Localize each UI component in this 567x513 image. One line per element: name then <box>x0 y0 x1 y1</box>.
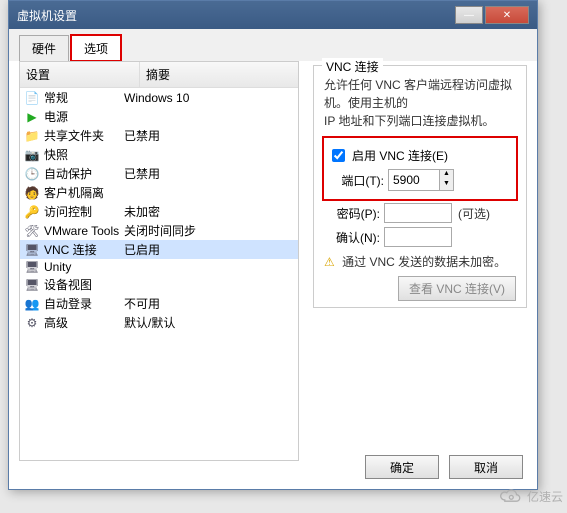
row-icon: 🖥 <box>24 243 40 257</box>
row-name: 客户机隔离 <box>44 184 104 201</box>
password-hint: (可选) <box>458 205 490 222</box>
view-connections-button: 查看 VNC 连接(V) <box>398 276 516 301</box>
list-item[interactable]: 🖥 VNC 连接 已启用 <box>20 240 298 259</box>
list-item[interactable]: 🖥 Unity <box>20 259 298 275</box>
list-rows: 📄常规Windows 10▶电源📁共享文件夹已禁用📷快照🕒自动保护已禁用🧑客户机… <box>20 88 298 332</box>
ok-button[interactable]: 确定 <box>365 455 439 479</box>
row-summary: 已禁用 <box>124 127 160 144</box>
list-item[interactable]: 📁 共享文件夹 已禁用 <box>20 126 298 145</box>
row-icon: 📄 <box>24 91 40 105</box>
port-spinner: ▲ ▼ <box>388 169 454 191</box>
settings-window: 虚拟机设置 — ✕ 硬件 选项 设置 摘要 📄 常规 Windows 10 ▶ 电源 📁 共… <box>8 0 538 490</box>
row-name: 自动登录 <box>44 295 92 312</box>
watermark: 亿速云 <box>497 487 563 505</box>
list-item[interactable]: 🧑 客户机隔离 <box>20 183 298 202</box>
content-area: 设置 摘要 📄常规Windows 10▶电源📁共享文件夹已禁用📷快照🕒自动保护已… <box>9 61 537 471</box>
confirm-label: 确认(N): <box>324 229 380 246</box>
row-icon: 📷 <box>24 148 40 162</box>
vnc-group: VNC 连接 允许任何 VNC 客户端远程访问虚拟机。使用主机的 IP 地址和下… <box>313 65 527 308</box>
titlebar: 虚拟机设置 — ✕ <box>9 1 537 29</box>
warning-row: ⚠ 通过 VNC 发送的数据未加密。 <box>324 253 516 270</box>
row-summary: 默认/默认 <box>124 314 175 331</box>
tab-bar: 硬件 选项 <box>9 29 537 61</box>
port-input[interactable] <box>389 170 439 190</box>
cancel-button[interactable]: 取消 <box>449 455 523 479</box>
desc-line1: 允许任何 VNC 客户端远程访问虚拟机。使用主机的 <box>324 78 512 110</box>
password-input[interactable] <box>384 203 452 223</box>
row-summary: 已禁用 <box>124 165 160 182</box>
row-summary: Windows 10 <box>124 91 189 105</box>
password-label: 密码(P): <box>324 205 380 222</box>
minimize-button[interactable]: — <box>455 6 483 24</box>
row-icon: 🧑 <box>24 186 40 200</box>
row-icon: 🖥 <box>24 260 40 274</box>
password-row: 密码(P): (可选) <box>324 203 516 223</box>
row-name: 自动保护 <box>44 165 92 182</box>
dialog-footer: 确定 取消 <box>365 455 523 479</box>
list-item[interactable]: 📷 快照 <box>20 145 298 164</box>
list-header: 设置 摘要 <box>20 62 298 88</box>
list-item[interactable]: 📄 常规 Windows 10 <box>20 88 298 107</box>
row-icon: 📁 <box>24 129 40 143</box>
row-summary: 已启用 <box>124 241 160 258</box>
list-item[interactable]: 👥 自动登录 不可用 <box>20 294 298 313</box>
window-title: 虚拟机设置 <box>17 7 77 24</box>
close-button[interactable]: ✕ <box>485 6 529 24</box>
window-controls: — ✕ <box>455 6 529 24</box>
row-name: 共享文件夹 <box>44 127 104 144</box>
row-name: 访问控制 <box>44 203 92 220</box>
row-icon: 🔑 <box>24 205 40 219</box>
tab-options[interactable]: 选项 <box>71 35 121 61</box>
row-name: VMware Tools <box>44 224 119 238</box>
list-item[interactable]: 🛠 VMware Tools 关闭时间同步 <box>20 221 298 240</box>
row-icon: 🕒 <box>24 167 40 181</box>
warning-icon: ⚠ <box>324 255 335 269</box>
header-setting: 设置 <box>20 62 140 87</box>
row-icon: 🖥 <box>24 278 40 292</box>
row-summary: 不可用 <box>124 295 160 312</box>
list-item[interactable]: 🕒 自动保护 已禁用 <box>20 164 298 183</box>
spin-down-icon[interactable]: ▼ <box>440 180 453 190</box>
enable-vnc-checkbox[interactable] <box>332 149 345 162</box>
row-name: Unity <box>44 260 71 274</box>
confirm-row: 确认(N): <box>324 227 516 247</box>
tab-hardware[interactable]: 硬件 <box>19 35 69 61</box>
row-name: 高级 <box>44 314 68 331</box>
detail-panel: VNC 连接 允许任何 VNC 客户端远程访问虚拟机。使用主机的 IP 地址和下… <box>299 61 527 461</box>
row-summary: 关闭时间同步 <box>124 222 196 239</box>
list-item[interactable]: 🖥 设备视图 <box>20 275 298 294</box>
enable-vnc-label[interactable]: 启用 VNC 连接(E) <box>352 147 448 164</box>
confirm-input[interactable] <box>384 227 452 247</box>
header-summary: 摘要 <box>140 62 176 87</box>
row-name: 设备视图 <box>44 276 92 293</box>
row-name: 常规 <box>44 89 68 106</box>
row-summary: 未加密 <box>124 203 160 220</box>
row-icon: 👥 <box>24 297 40 311</box>
spin-up-icon[interactable]: ▲ <box>440 170 453 180</box>
port-label: 端口(T): <box>328 172 384 189</box>
row-name: VNC 连接 <box>44 241 97 258</box>
list-item[interactable]: ▶ 电源 <box>20 107 298 126</box>
spinner-buttons: ▲ ▼ <box>439 170 453 190</box>
vnc-description: 允许任何 VNC 客户端远程访问虚拟机。使用主机的 IP 地址和下列端口连接虚拟… <box>324 76 516 130</box>
cloud-icon <box>497 487 523 505</box>
warning-text: 通过 VNC 发送的数据未加密。 <box>342 255 506 269</box>
watermark-text: 亿速云 <box>527 488 563 505</box>
port-row: 端口(T): ▲ ▼ <box>328 169 512 191</box>
list-item[interactable]: 🔑 访问控制 未加密 <box>20 202 298 221</box>
row-name: 快照 <box>44 146 68 163</box>
highlight-box: 启用 VNC 连接(E) 端口(T): ▲ ▼ <box>324 138 516 199</box>
group-title: VNC 连接 <box>322 58 383 75</box>
row-icon: ⚙ <box>24 316 40 330</box>
desc-line2: IP 地址和下列端口连接虚拟机。 <box>324 114 494 128</box>
settings-list: 设置 摘要 📄常规Windows 10▶电源📁共享文件夹已禁用📷快照🕒自动保护已… <box>19 61 299 461</box>
list-item[interactable]: ⚙ 高级 默认/默认 <box>20 313 298 332</box>
row-name: 电源 <box>44 108 68 125</box>
row-icon: 🛠 <box>24 224 40 238</box>
enable-row: 启用 VNC 连接(E) <box>328 146 512 165</box>
row-icon: ▶ <box>24 110 40 124</box>
